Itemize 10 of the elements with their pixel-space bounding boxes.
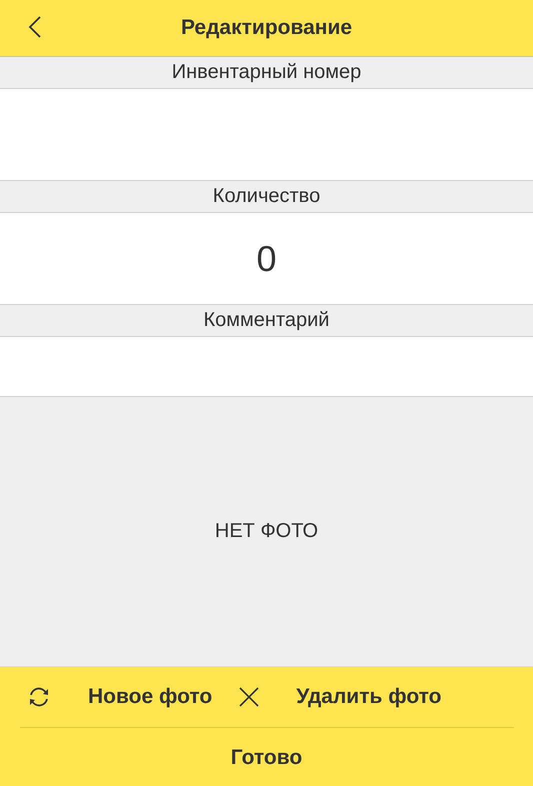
done-button[interactable]: Готово [222,742,310,774]
action-button[interactable]: Новое фото [88,681,212,713]
screen-title: Редактирование [180,16,352,40]
field-label: Количество [0,181,533,213]
field-label: Комментарий [0,305,533,337]
back-icon[interactable] [28,15,42,39]
field-label: Инвентарный номер [0,57,533,89]
no-photo-text: НЕТ ФОТО [214,520,318,543]
action-button[interactable]: Удалить фото [296,681,442,713]
close-icon[interactable] [238,686,260,708]
